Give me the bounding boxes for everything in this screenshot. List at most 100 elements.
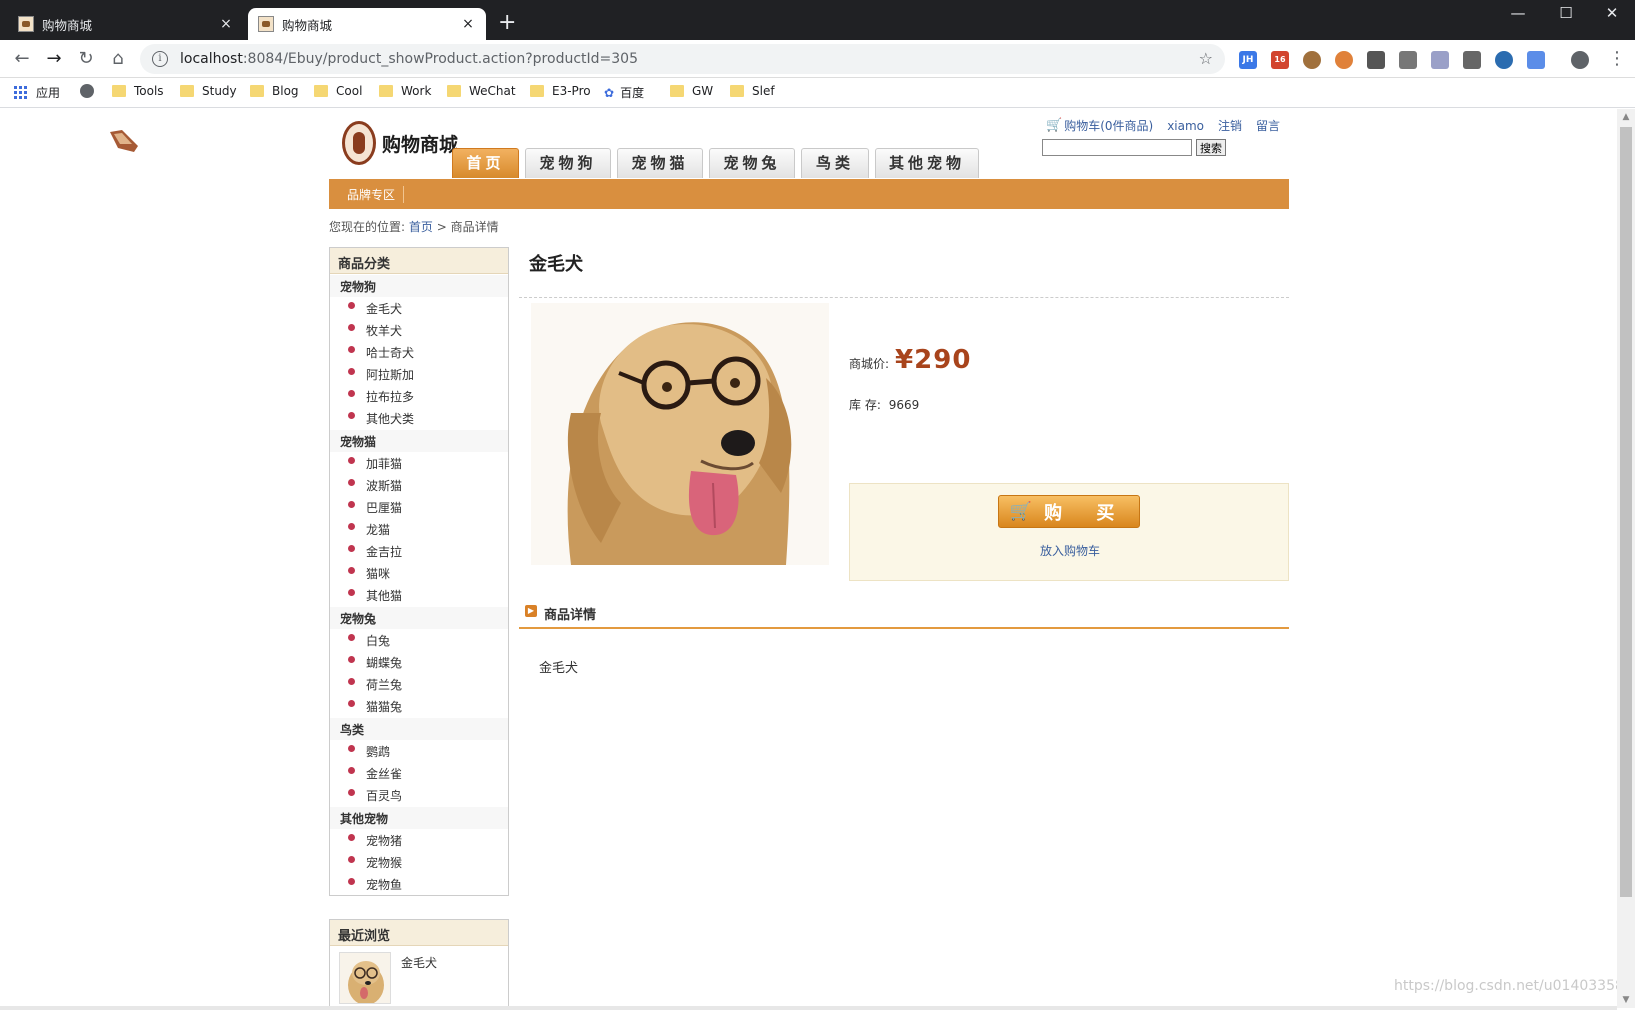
sidebar-item[interactable]: 巴厘猫: [330, 496, 508, 518]
sidebar-item[interactable]: 牧羊犬: [330, 319, 508, 341]
scroll-down-icon[interactable]: ▼: [1617, 992, 1635, 1008]
bullet-icon: [348, 566, 355, 574]
search-input[interactable]: [1042, 139, 1192, 156]
nav-tab-cats[interactable]: 宠物猫: [617, 148, 703, 178]
price-label: 商城价:: [849, 357, 890, 371]
nav-tab-dogs[interactable]: 宠物狗: [525, 148, 611, 178]
folder-icon: [730, 85, 744, 97]
sidebar-item[interactable]: 宠物猪: [330, 829, 508, 851]
category-rabbits[interactable]: 宠物兔: [330, 607, 508, 629]
sidebar-item[interactable]: 蝴蝶兔: [330, 651, 508, 673]
bookmark-folder-work[interactable]: Work: [379, 84, 431, 98]
sidebar-item[interactable]: 波斯猫: [330, 474, 508, 496]
category-birds[interactable]: 鸟类: [330, 718, 508, 740]
recent-thumbnail[interactable]: [339, 952, 391, 1004]
site-info-icon[interactable]: i: [152, 51, 168, 67]
nav-tab-others[interactable]: 其他宠物: [875, 148, 979, 178]
nav-tab-home[interactable]: 首页: [452, 148, 519, 178]
bullet-icon: [348, 544, 355, 552]
sidebar-item[interactable]: 荷兰兔: [330, 673, 508, 695]
extension-download-icon[interactable]: [1463, 51, 1481, 69]
extension-jh-icon[interactable]: JH: [1239, 51, 1257, 69]
favicon-icon: [258, 16, 274, 32]
new-tab-button[interactable]: +: [498, 12, 516, 34]
bookmark-apps[interactable]: 应用: [14, 84, 60, 101]
extension-link-icon[interactable]: [1399, 51, 1417, 69]
sidebar-item[interactable]: 其他犬类: [330, 407, 508, 429]
buy-box: 🛒 购 买 放入购物车: [849, 483, 1289, 581]
sidebar-item[interactable]: 阿拉斯加: [330, 363, 508, 385]
sidebar-item[interactable]: 金吉拉: [330, 540, 508, 562]
sidebar-item[interactable]: 宠物鱼: [330, 873, 508, 895]
baidu-paw-icon: ✿: [604, 85, 615, 100]
sidebar-item[interactable]: 龙猫: [330, 518, 508, 540]
address-bar[interactable]: i localhost:8084/Ebuy/product_showProduc…: [140, 44, 1225, 74]
reload-icon[interactable]: ↻: [74, 48, 98, 69]
minimize-button[interactable]: —: [1495, 4, 1541, 22]
bullet-icon: [348, 677, 355, 685]
search-button[interactable]: 搜索: [1196, 139, 1226, 156]
bookmark-folder-wechat[interactable]: WeChat: [447, 84, 516, 98]
bookmark-globe[interactable]: [80, 84, 94, 98]
category-dogs[interactable]: 宠物狗: [330, 275, 508, 297]
folder-icon: [379, 85, 393, 97]
bookmark-folder-cool[interactable]: Cool: [314, 84, 362, 98]
username-link[interactable]: xiamo: [1167, 119, 1204, 133]
tab-close-icon[interactable]: ×: [460, 16, 476, 32]
profile-icon[interactable]: [1571, 51, 1589, 69]
extension-orange-icon[interactable]: [1335, 51, 1353, 69]
extension-qr-icon[interactable]: [1367, 51, 1385, 69]
product-image: [531, 303, 829, 565]
extension-pdf-icon[interactable]: [1431, 51, 1449, 69]
sidebar-item[interactable]: 金丝雀: [330, 762, 508, 784]
sidebar-item[interactable]: 拉布拉多: [330, 385, 508, 407]
add-to-cart-link[interactable]: 放入购物车: [850, 542, 1290, 559]
bookmark-folder-gw[interactable]: GW: [670, 84, 713, 98]
sidebar-item[interactable]: 猫咪: [330, 562, 508, 584]
extension-bird-icon[interactable]: [1527, 51, 1545, 69]
nav-tab-rabbits[interactable]: 宠物兔: [709, 148, 795, 178]
home-icon[interactable]: ⌂: [106, 48, 130, 69]
sidebar-item[interactable]: 其他猫: [330, 584, 508, 606]
browser-tab-1[interactable]: 购物商城 ×: [8, 8, 244, 40]
sidebar-item[interactable]: 宠物猴: [330, 851, 508, 873]
page-scrollbar[interactable]: ▲ ▼: [1617, 109, 1635, 1008]
buy-button[interactable]: 🛒 购 买: [998, 495, 1140, 528]
sidebar-item[interactable]: 百灵鸟: [330, 784, 508, 806]
bookmark-baidu[interactable]: ✿ 百度: [604, 84, 644, 101]
sidebar-item[interactable]: 加菲猫: [330, 452, 508, 474]
recent-item-name[interactable]: 金毛犬: [401, 954, 437, 971]
browser-tab-2[interactable]: 购物商城 ×: [248, 8, 486, 40]
bookmark-folder-blog[interactable]: Blog: [250, 84, 299, 98]
menu-icon[interactable]: ⋮: [1605, 48, 1629, 69]
scroll-up-icon[interactable]: ▲: [1617, 109, 1635, 125]
logout-link[interactable]: 注销: [1218, 117, 1242, 134]
close-window-button[interactable]: ✕: [1589, 4, 1635, 22]
brand-zone-link[interactable]: 品牌专区: [347, 186, 405, 203]
extension-monkey-icon[interactable]: [1303, 51, 1321, 69]
maximize-button[interactable]: ☐: [1543, 4, 1589, 22]
cart-link[interactable]: 购物车(0件商品): [1064, 117, 1153, 134]
back-icon[interactable]: ←: [10, 48, 34, 69]
bookmark-folder-study[interactable]: Study: [180, 84, 237, 98]
category-cats[interactable]: 宠物猫: [330, 430, 508, 452]
bookmark-star-icon[interactable]: ☆: [1199, 49, 1213, 68]
sidebar-item[interactable]: 鹦鹉: [330, 740, 508, 762]
breadcrumb-home-link[interactable]: 首页: [409, 220, 433, 234]
nav-tab-birds[interactable]: 鸟类: [801, 148, 869, 178]
extension-globe-icon[interactable]: [1495, 51, 1513, 69]
scroll-thumb[interactable]: [1620, 127, 1632, 897]
sidebar-item[interactable]: 哈士奇犬: [330, 341, 508, 363]
bookmark-folder-tools[interactable]: Tools: [112, 84, 164, 98]
sidebar-item[interactable]: 金毛犬: [330, 297, 508, 319]
forward-icon[interactable]: →: [42, 48, 66, 69]
bookmark-folder-slef[interactable]: Slef: [730, 84, 775, 98]
extension-mail-icon[interactable]: 16: [1271, 51, 1289, 69]
category-others[interactable]: 其他宠物: [330, 807, 508, 829]
sidebar-item[interactable]: 白兔: [330, 629, 508, 651]
site-logo[interactable]: 购物商城: [342, 121, 458, 165]
message-link[interactable]: 留言: [1256, 117, 1280, 134]
bookmark-folder-e3pro[interactable]: E3-Pro: [530, 84, 591, 98]
sidebar-item[interactable]: 猫猫兔: [330, 695, 508, 717]
tab-close-icon[interactable]: ×: [218, 16, 234, 32]
